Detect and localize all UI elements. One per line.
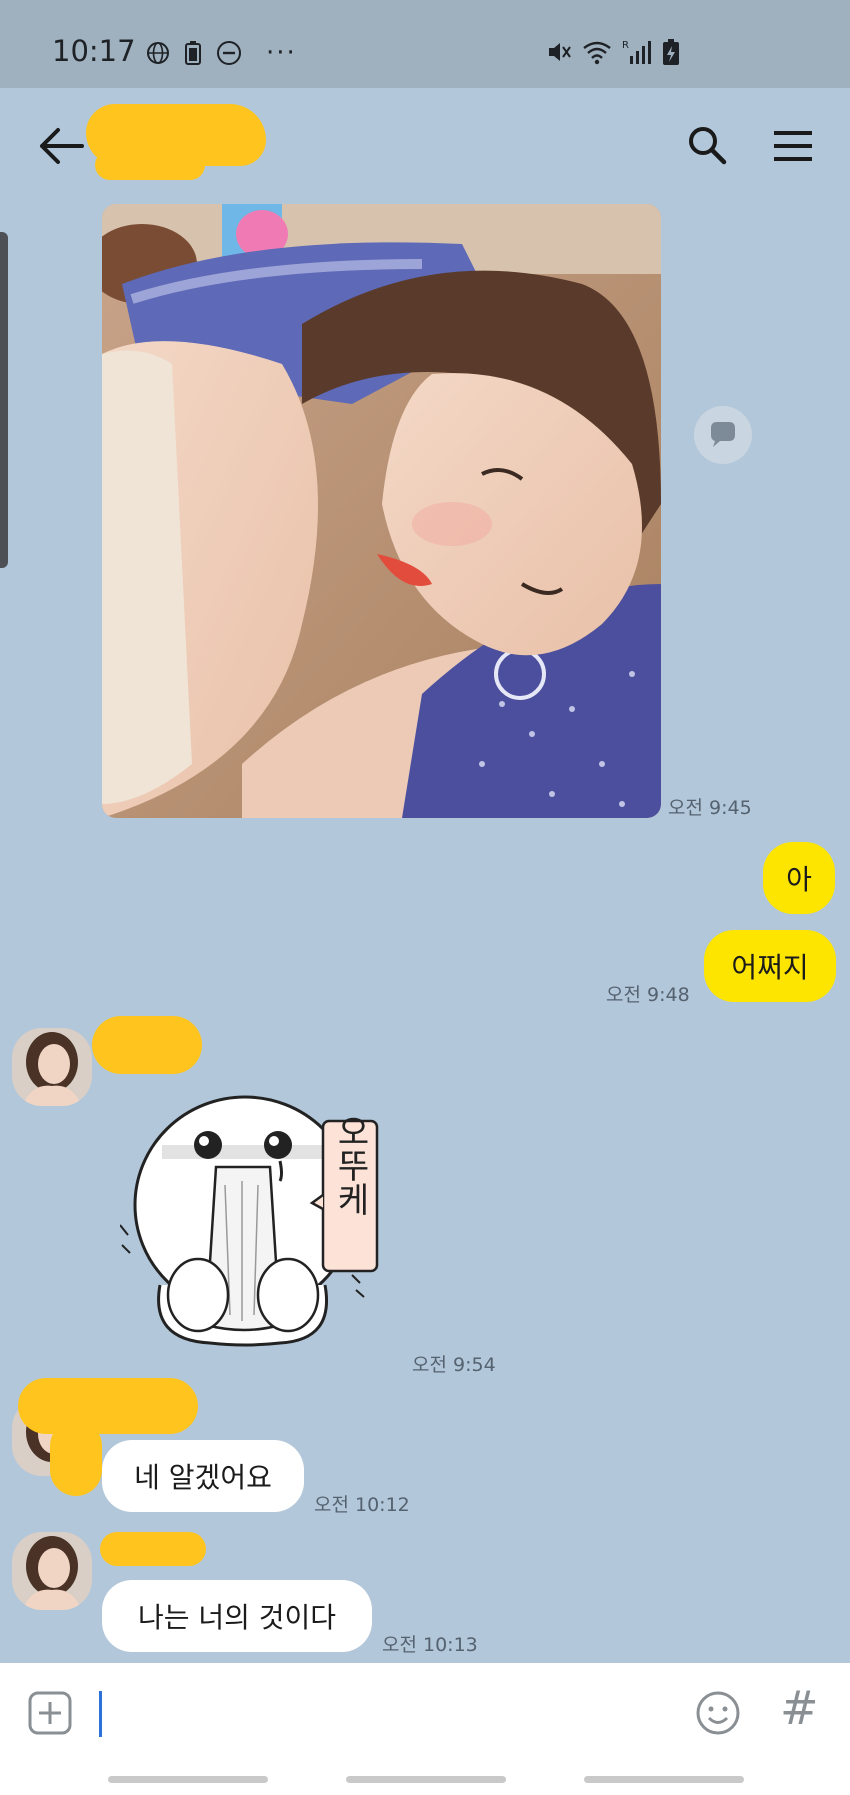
scrollbar[interactable] — [0, 232, 8, 568]
message-time: 오전 10:12 — [314, 1494, 410, 1516]
arrow-left-icon[interactable] — [36, 124, 86, 168]
signal-icon: R — [622, 40, 651, 64]
sticker-text: 오뚜케 — [330, 1114, 370, 1216]
sender-name-redaction — [100, 1532, 206, 1566]
my-message-bubble[interactable]: 아 — [763, 842, 835, 914]
chat-title-redaction-tail — [95, 150, 205, 180]
mute-icon — [549, 43, 571, 61]
status-time: 10:17 — [52, 34, 136, 68]
message-input[interactable] — [96, 1679, 680, 1749]
status-left-icons: ··· — [146, 38, 297, 68]
message-composer: # — [0, 1663, 850, 1795]
their-message-bubble[interactable]: 나는 너의 것이다 — [102, 1580, 372, 1652]
do-not-disturb-icon — [217, 41, 241, 65]
message-text: 어쩌지 — [731, 951, 809, 984]
sender-name-redaction — [92, 1016, 202, 1074]
avatar-redaction — [50, 1420, 102, 1496]
avatar[interactable] — [12, 1532, 92, 1610]
their-message-bubble[interactable]: 네 알겠어요 — [102, 1440, 304, 1512]
text-caret — [99, 1691, 102, 1737]
status-bar: 10:17 ··· R — [0, 0, 850, 88]
nav-handle[interactable] — [584, 1776, 744, 1783]
speech-bubble-icon — [711, 422, 735, 447]
emoji-icon[interactable] — [696, 1691, 740, 1735]
message-time: 오전 9:45 — [668, 797, 752, 819]
message-time: 오전 10:13 — [382, 1634, 478, 1656]
message-time: 오전 9:48 — [606, 984, 690, 1006]
battery-saver-icon — [185, 41, 201, 65]
share-button[interactable] — [694, 406, 752, 464]
sender-name-redaction — [18, 1378, 198, 1434]
message-text: 네 알겠어요 — [134, 1461, 272, 1494]
nav-handle[interactable] — [346, 1776, 506, 1783]
message-text: 아 — [786, 863, 812, 896]
photo-message[interactable] — [102, 204, 661, 818]
search-icon[interactable] — [686, 124, 728, 166]
wifi-icon — [583, 41, 611, 65]
globe-icon — [147, 42, 169, 64]
avatar[interactable] — [12, 1028, 92, 1106]
status-right-icons: R — [546, 38, 680, 66]
nav-handle[interactable] — [108, 1776, 268, 1783]
hamburger-menu-icon[interactable] — [772, 126, 814, 166]
sticker-message[interactable]: 오뚜케 — [119, 1085, 390, 1355]
message-time: 오전 9:54 — [412, 1354, 496, 1376]
message-text: 나는 너의 것이다 — [137, 1601, 337, 1634]
signal-roaming-mark: R — [622, 40, 629, 51]
more-dots-icon: ··· — [266, 38, 297, 68]
plus-icon[interactable] — [28, 1691, 72, 1735]
battery-charging-icon — [663, 39, 679, 65]
my-message-bubble[interactable]: 어쩌지 — [704, 930, 836, 1002]
hashtag-button[interactable]: # — [780, 1681, 819, 1735]
